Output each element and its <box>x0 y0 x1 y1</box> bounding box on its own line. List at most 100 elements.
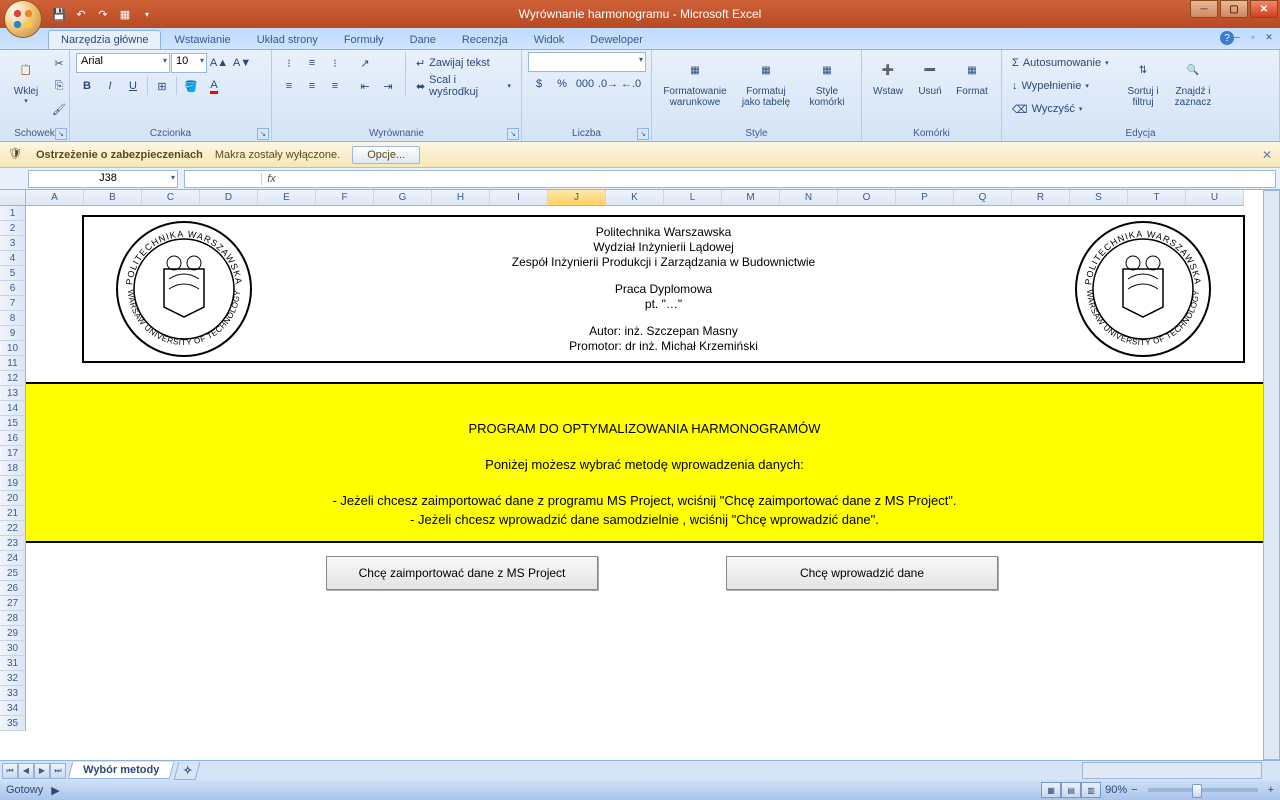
row-header[interactable]: 21 <box>0 506 26 521</box>
bold-button[interactable]: B <box>76 75 98 97</box>
comma-icon[interactable]: 000 <box>574 73 596 95</box>
tab-insert[interactable]: Wstawianie <box>161 30 243 49</box>
clipboard-dialog-launcher[interactable]: ↘ <box>55 128 67 140</box>
formula-input[interactable]: fx <box>184 170 1276 188</box>
fx-icon[interactable]: fx <box>261 173 281 185</box>
format-cells-button[interactable]: ▦Format <box>952 52 992 99</box>
row-header[interactable]: 26 <box>0 581 26 596</box>
row-header[interactable]: 18 <box>0 461 26 476</box>
increase-decimal-icon[interactable]: .0→ <box>597 73 619 95</box>
column-header[interactable]: P <box>896 190 954 206</box>
doc-close-button[interactable]: ✕ <box>1262 30 1276 44</box>
minimize-button[interactable]: ─ <box>1190 0 1218 18</box>
row-header[interactable]: 11 <box>0 356 26 371</box>
align-bottom-icon[interactable]: ⁝ <box>324 52 346 74</box>
column-header[interactable]: B <box>84 190 142 206</box>
qat-dropdown-icon[interactable]: ▾ <box>138 5 156 23</box>
alignment-dialog-launcher[interactable]: ↘ <box>507 128 519 140</box>
align-right-icon[interactable]: ≡ <box>324 75 346 97</box>
delete-cells-button[interactable]: ➖Usuń <box>910 52 950 99</box>
orientation-icon[interactable]: ↗ <box>354 52 376 74</box>
accounting-icon[interactable]: $ <box>528 73 550 95</box>
insert-cells-button[interactable]: ➕Wstaw <box>868 52 908 99</box>
row-header[interactable]: 22 <box>0 521 26 536</box>
row-header[interactable]: 13 <box>0 386 26 401</box>
column-header[interactable]: M <box>722 190 780 206</box>
security-close-icon[interactable]: ✕ <box>1262 148 1272 162</box>
page-layout-view-button[interactable]: ▤ <box>1061 782 1081 798</box>
tab-developer[interactable]: Deweloper <box>577 30 656 49</box>
tab-layout[interactable]: Układ strony <box>244 30 331 49</box>
row-header[interactable]: 25 <box>0 566 26 581</box>
tab-view[interactable]: Widok <box>521 30 578 49</box>
horizontal-scrollbar[interactable] <box>1082 762 1262 779</box>
copy-icon[interactable]: ⎘ <box>48 75 70 97</box>
row-header[interactable]: 12 <box>0 371 26 386</box>
tab-home[interactable]: Narzędzia główne <box>48 30 161 49</box>
row-header[interactable]: 14 <box>0 401 26 416</box>
grow-font-icon[interactable]: A▲ <box>208 52 230 74</box>
fill-button[interactable]: ↓Wypełnienie▾ <box>1008 75 1118 97</box>
column-header[interactable]: C <box>142 190 200 206</box>
doc-minimize-button[interactable]: ─ <box>1230 30 1244 44</box>
paste-button[interactable]: 📋 Wklej ▾ <box>6 52 46 107</box>
shrink-font-icon[interactable]: A▼ <box>231 52 253 74</box>
zoom-out-button[interactable]: − <box>1131 784 1137 796</box>
column-header[interactable]: O <box>838 190 896 206</box>
row-header[interactable]: 8 <box>0 311 26 326</box>
clear-button[interactable]: ⌫Wyczyść▾ <box>1008 98 1118 120</box>
normal-view-button[interactable]: ▦ <box>1041 782 1061 798</box>
border-icon[interactable]: ⊞ <box>151 75 173 97</box>
column-header[interactable]: D <box>200 190 258 206</box>
row-header[interactable]: 9 <box>0 326 26 341</box>
column-header[interactable]: L <box>664 190 722 206</box>
sort-filter-button[interactable]: ⇅Sortuj i filtruj <box>1120 52 1166 110</box>
row-header[interactable]: 31 <box>0 656 26 671</box>
autosum-button[interactable]: ΣAutosumowanie▾ <box>1008 52 1118 74</box>
import-msproject-button[interactable]: Chcę zaimportować dane z MS Project <box>326 556 598 590</box>
cut-icon[interactable]: ✂ <box>48 52 70 74</box>
row-header[interactable]: 16 <box>0 431 26 446</box>
column-header[interactable]: J <box>548 190 606 206</box>
macro-record-icon[interactable]: ▶ <box>51 784 59 797</box>
tab-formulas[interactable]: Formuły <box>331 30 397 49</box>
row-header[interactable]: 29 <box>0 626 26 641</box>
font-size-combo[interactable]: 10 <box>171 53 207 73</box>
row-header[interactable]: 5 <box>0 266 26 281</box>
worksheet-grid[interactable]: ABCDEFGHIJKLMNOPQRSTU 123456789101112131… <box>0 190 1280 760</box>
column-header[interactable]: A <box>26 190 84 206</box>
row-header[interactable]: 17 <box>0 446 26 461</box>
page-break-view-button[interactable]: ▥ <box>1081 782 1101 798</box>
row-header[interactable]: 15 <box>0 416 26 431</box>
percent-icon[interactable]: % <box>551 73 573 95</box>
save-icon[interactable]: 💾 <box>50 5 68 23</box>
format-painter-icon[interactable]: 🖌 <box>48 98 70 120</box>
last-sheet-button[interactable]: ⏭ <box>50 763 66 779</box>
row-headers[interactable]: 1234567891011121314151617181920212223242… <box>0 206 26 760</box>
align-middle-icon[interactable]: ≡ <box>301 52 323 74</box>
row-header[interactable]: 27 <box>0 596 26 611</box>
security-options-button[interactable]: Opcje... <box>352 146 420 164</box>
number-dialog-launcher[interactable]: ↘ <box>637 128 649 140</box>
wrap-text-button[interactable]: ↵Zawijaj tekst <box>412 52 515 74</box>
row-header[interactable]: 4 <box>0 251 26 266</box>
row-header[interactable]: 1 <box>0 206 26 221</box>
column-headers[interactable]: ABCDEFGHIJKLMNOPQRSTU <box>26 190 1262 206</box>
row-header[interactable]: 19 <box>0 476 26 491</box>
cells-area[interactable]: POLITECHNIKA WARSZAWSKA WARSAW UNIVERSIT… <box>26 206 1262 742</box>
tab-review[interactable]: Recenzja <box>449 30 521 49</box>
column-header[interactable]: K <box>606 190 664 206</box>
decrease-indent-icon[interactable]: ⇤ <box>354 75 376 97</box>
print-icon[interactable]: ▦ <box>116 5 134 23</box>
row-header[interactable]: 3 <box>0 236 26 251</box>
decrease-decimal-icon[interactable]: ←.0 <box>620 73 642 95</box>
row-header[interactable]: 20 <box>0 491 26 506</box>
column-header[interactable]: U <box>1186 190 1244 206</box>
font-color-icon[interactable]: A <box>203 75 225 97</box>
align-center-icon[interactable]: ≡ <box>301 75 323 97</box>
row-header[interactable]: 10 <box>0 341 26 356</box>
column-header[interactable]: N <box>780 190 838 206</box>
underline-button[interactable]: U <box>122 75 144 97</box>
maximize-button[interactable]: ▢ <box>1220 0 1248 18</box>
column-header[interactable]: E <box>258 190 316 206</box>
